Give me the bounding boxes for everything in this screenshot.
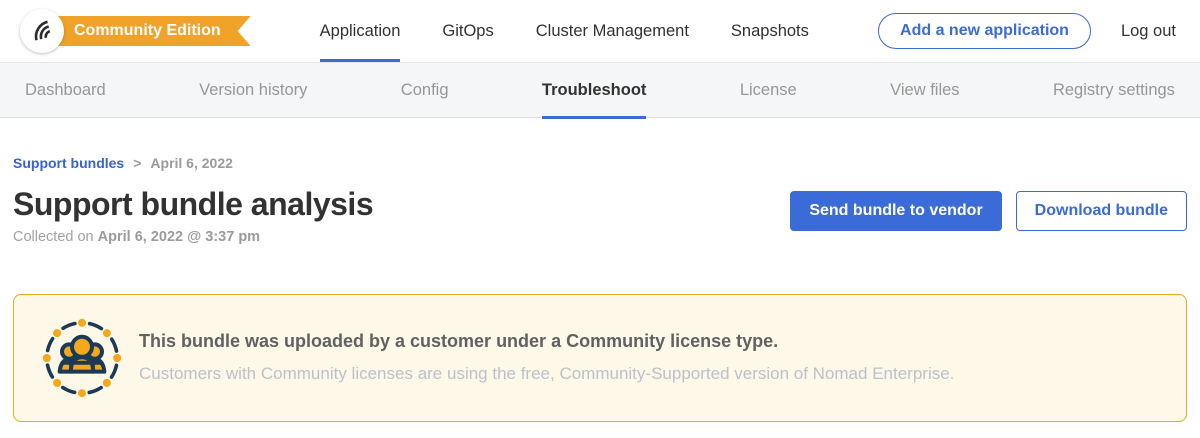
title-row: Support bundle analysis Collected on Apr… xyxy=(13,186,1187,245)
replicated-logo-icon[interactable] xyxy=(20,9,64,53)
subnav-item-license[interactable]: License xyxy=(740,62,797,118)
banner-subtitle: Customers with Community licenses are us… xyxy=(139,363,954,385)
app-subnav: Dashboard Version history Config Trouble… xyxy=(0,62,1200,118)
banner-text: This bundle was uploaded by a customer u… xyxy=(139,330,954,385)
breadcrumb-current: April 6, 2022 xyxy=(150,155,233,171)
page-content: Support bundles > April 6, 2022 Support … xyxy=(0,118,1200,422)
nav-item-application[interactable]: Application xyxy=(299,0,422,62)
brand: Community Edition xyxy=(20,9,251,53)
collected-timestamp: Collected on April 6, 2022 @ 3:37 pm xyxy=(13,229,373,245)
banner-title: This bundle was uploaded by a customer u… xyxy=(139,330,954,353)
send-bundle-to-vendor-button[interactable]: Send bundle to vendor xyxy=(790,191,1001,231)
breadcrumb-support-bundles-link[interactable]: Support bundles xyxy=(13,155,124,171)
breadcrumb-separator: > xyxy=(133,155,141,171)
breadcrumb: Support bundles > April 6, 2022 xyxy=(13,155,1187,171)
nav-item-gitops[interactable]: GitOps xyxy=(421,0,514,62)
nav-item-cluster-management[interactable]: Cluster Management xyxy=(515,0,710,62)
subnav-item-version-history[interactable]: Version history xyxy=(199,62,307,118)
add-new-application-button[interactable]: Add a new application xyxy=(878,13,1091,49)
subnav-item-dashboard[interactable]: Dashboard xyxy=(25,62,106,118)
collected-prefix: Collected on xyxy=(13,229,98,245)
nav-item-snapshots[interactable]: Snapshots xyxy=(710,0,830,62)
bundle-actions: Send bundle to vendor Download bundle xyxy=(790,191,1187,231)
community-people-icon xyxy=(42,318,122,398)
collected-date: April 6, 2022 @ 3:37 pm xyxy=(98,229,260,245)
navbar-right: Add a new application Log out xyxy=(878,13,1176,49)
community-license-banner: This bundle was uploaded by a customer u… xyxy=(13,294,1187,422)
primary-nav: Application GitOps Cluster Management Sn… xyxy=(299,0,830,62)
top-navbar: Community Edition Application GitOps Clu… xyxy=(0,0,1200,62)
community-edition-badge: Community Edition xyxy=(48,16,251,46)
title-block: Support bundle analysis Collected on Apr… xyxy=(13,186,373,245)
logout-link[interactable]: Log out xyxy=(1121,22,1176,41)
subnav-item-view-files[interactable]: View files xyxy=(890,62,959,118)
signal-arcs-icon xyxy=(29,18,55,44)
subnav-item-troubleshoot[interactable]: Troubleshoot xyxy=(542,62,647,118)
subnav-item-config[interactable]: Config xyxy=(401,62,449,118)
page-title: Support bundle analysis xyxy=(13,186,373,223)
download-bundle-button[interactable]: Download bundle xyxy=(1016,191,1187,231)
subnav-item-registry-settings[interactable]: Registry settings xyxy=(1053,62,1175,118)
